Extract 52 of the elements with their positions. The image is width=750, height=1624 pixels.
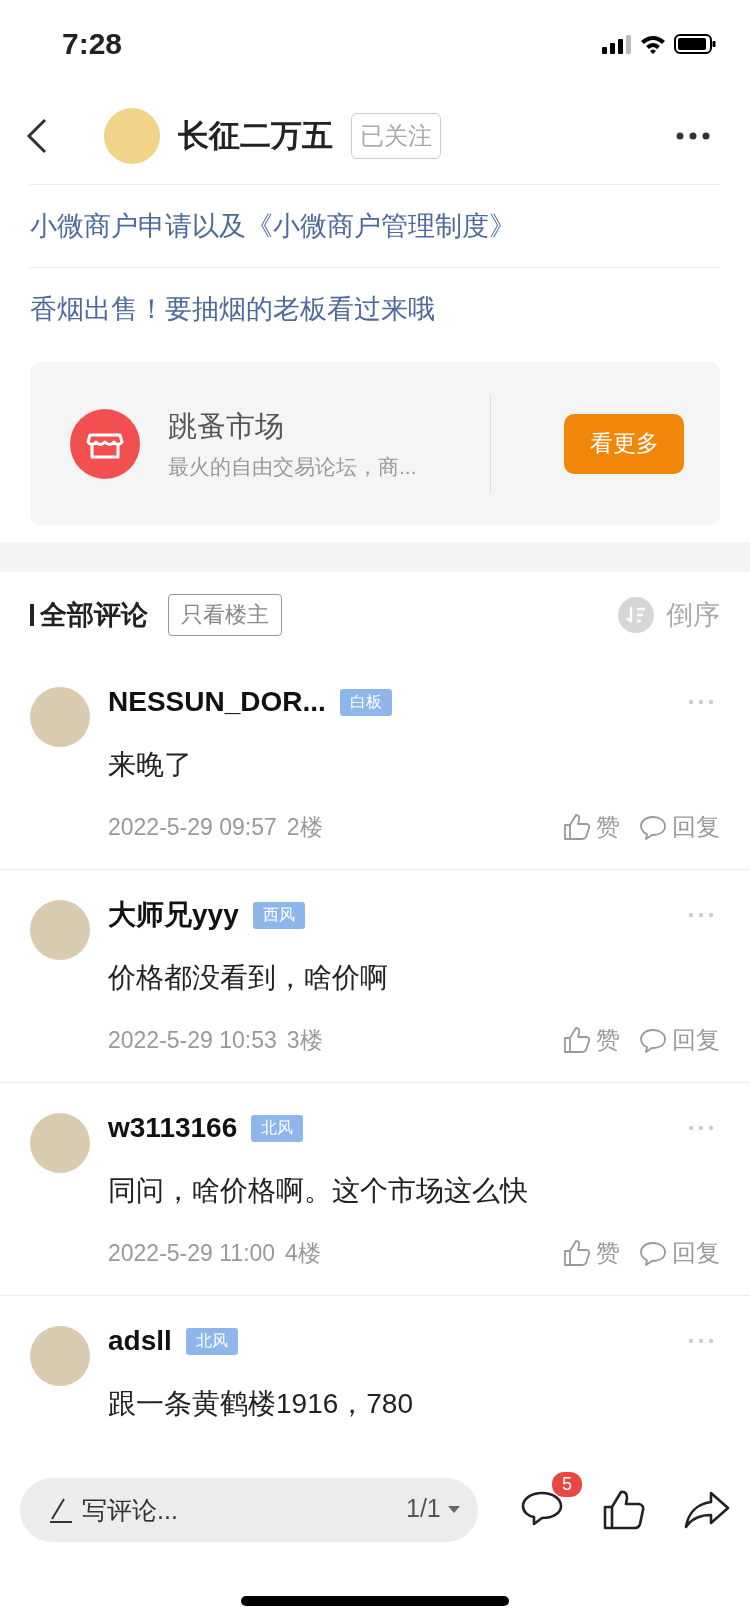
- comment-text: 跟一条黄鹤楼1916，780: [108, 1387, 414, 1421]
- comment-text: 来晚了: [108, 748, 193, 782]
- username[interactable]: 长征二万五: [178, 115, 333, 157]
- avatar[interactable]: [104, 108, 160, 164]
- battery-icon: [674, 34, 716, 54]
- avatar[interactable]: [30, 900, 90, 960]
- comment-time: 2022-5-29 09:57: [108, 813, 277, 841]
- share-icon[interactable]: [684, 1490, 730, 1530]
- floor-number: 2楼: [286, 812, 323, 842]
- avatar[interactable]: [30, 1326, 90, 1386]
- comment-time: 2022-5-29 10:53: [108, 1026, 277, 1054]
- related-post-link[interactable]: 香烟出售！要抽烟的老板看过来哦: [30, 268, 720, 350]
- forum-description: 最火的自由交易论坛，商...: [168, 453, 418, 480]
- signal-icon: [602, 34, 632, 54]
- thumbs-up-icon: [562, 1238, 592, 1268]
- like-button[interactable]: 赞: [562, 811, 620, 843]
- like-button[interactable]: 赞: [562, 1237, 620, 1269]
- back-icon[interactable]: [26, 118, 48, 154]
- forum-name: 跳蚤市场: [168, 408, 285, 444]
- commenter-name[interactable]: adsll: [108, 1325, 172, 1357]
- shop-icon: [70, 408, 140, 479]
- reply-button[interactable]: 回复: [638, 1237, 720, 1269]
- comment-text: 同问，啥价格啊。这个市场这么快: [108, 1174, 529, 1208]
- thumbs-up-icon[interactable]: [602, 1488, 646, 1532]
- floor-number: 3楼: [286, 1025, 323, 1055]
- comment-time: 2022-5-29 11:00: [108, 1239, 276, 1267]
- floor-number: 4楼: [285, 1238, 321, 1268]
- avatar[interactable]: [30, 687, 90, 747]
- comment-text: 价格都没看到，啥价啊: [108, 961, 389, 995]
- page-selector[interactable]: 1/1: [406, 1494, 461, 1523]
- related-post-link[interactable]: 小微商户申请以及《小微商户管理制度》: [30, 185, 720, 268]
- caret-icon: [446, 1503, 461, 1514]
- wifi-icon: [640, 34, 666, 54]
- level-badge: 北风: [185, 1327, 238, 1355]
- status-time: 7:28: [62, 27, 124, 61]
- sort-icon[interactable]: [618, 596, 654, 633]
- comment-count-badge: 5: [552, 1472, 582, 1497]
- level-badge: 西风: [252, 901, 305, 929]
- reply-button[interactable]: 回复: [638, 1024, 720, 1056]
- thumbs-up-icon: [562, 812, 592, 842]
- author-only-button[interactable]: 只看楼主: [168, 593, 282, 636]
- thumbs-up-icon: [562, 1025, 592, 1055]
- commenter-name[interactable]: w3113166: [108, 1112, 238, 1144]
- like-button[interactable]: 赞: [562, 1024, 620, 1056]
- more-icon[interactable]: [676, 132, 710, 140]
- level-badge: 北风: [251, 1114, 304, 1142]
- commenter-name[interactable]: 大师兄yyy: [108, 896, 239, 934]
- commenter-name[interactable]: NESSUN_DOR...: [108, 686, 326, 718]
- level-badge: 白板: [339, 688, 392, 716]
- forum-card[interactable]: 跳蚤市场 最火的自由交易论坛，商... 看更多: [30, 362, 720, 525]
- reply-button[interactable]: 回复: [638, 811, 720, 843]
- avatar[interactable]: [30, 1113, 90, 1173]
